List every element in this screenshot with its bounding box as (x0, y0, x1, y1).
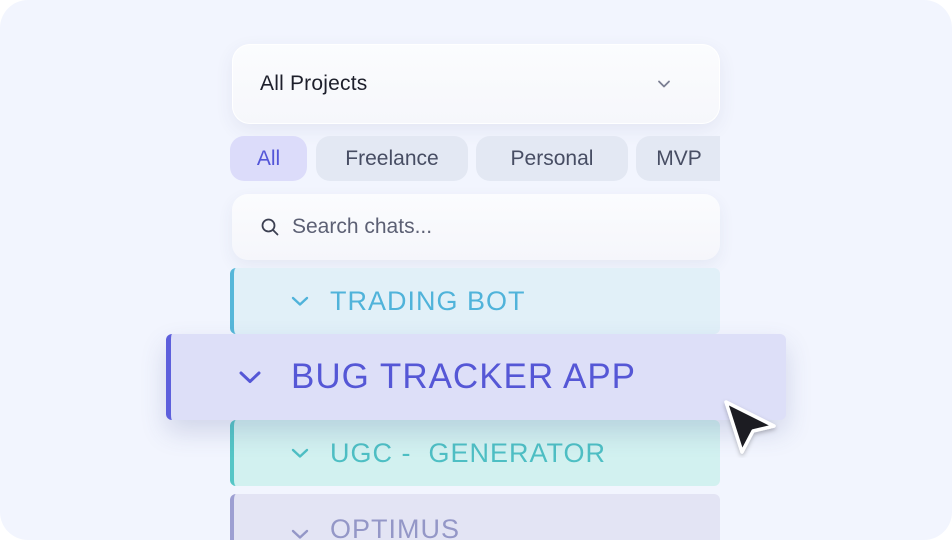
project-select-label: All Projects (260, 72, 368, 95)
chevron-down-icon[interactable] (290, 443, 310, 463)
project-select-dropdown[interactable]: All Projects (232, 44, 720, 124)
chevron-down-icon (658, 80, 670, 88)
project-group-optimus[interactable]: OPTIMUS (230, 494, 720, 540)
search-icon (261, 218, 279, 236)
filter-chip-freelance[interactable]: Freelance (316, 136, 468, 181)
filter-chip-mvp[interactable]: MVP (636, 136, 720, 181)
project-group-label: OPTIMUS (330, 514, 461, 540)
filter-chip-all[interactable]: All (230, 136, 307, 181)
project-group-label: TRADING BOT (330, 285, 526, 316)
filter-chips: All Freelance Personal MVP (230, 136, 720, 182)
filter-chip-personal[interactable]: Personal (476, 136, 628, 181)
project-group-trading-bot[interactable]: TRADING BOT (230, 268, 720, 334)
chevron-down-icon[interactable] (290, 524, 310, 540)
project-group-bug-tracker-app[interactable]: BUG TRACKER APP (166, 334, 786, 420)
chevron-down-icon[interactable] (237, 364, 263, 390)
canvas: All Projects All Freelance Personal MVP … (0, 0, 952, 540)
project-group-label: UGC - GENERATOR (330, 437, 607, 468)
search-input[interactable] (292, 215, 672, 239)
project-group-label: BUG TRACKER APP (291, 357, 637, 396)
search-box (232, 194, 720, 260)
pointer-arrow-icon (724, 400, 776, 454)
chevron-down-icon[interactable] (290, 291, 310, 311)
project-group-ugc-generator[interactable]: UGC - GENERATOR (230, 420, 720, 486)
